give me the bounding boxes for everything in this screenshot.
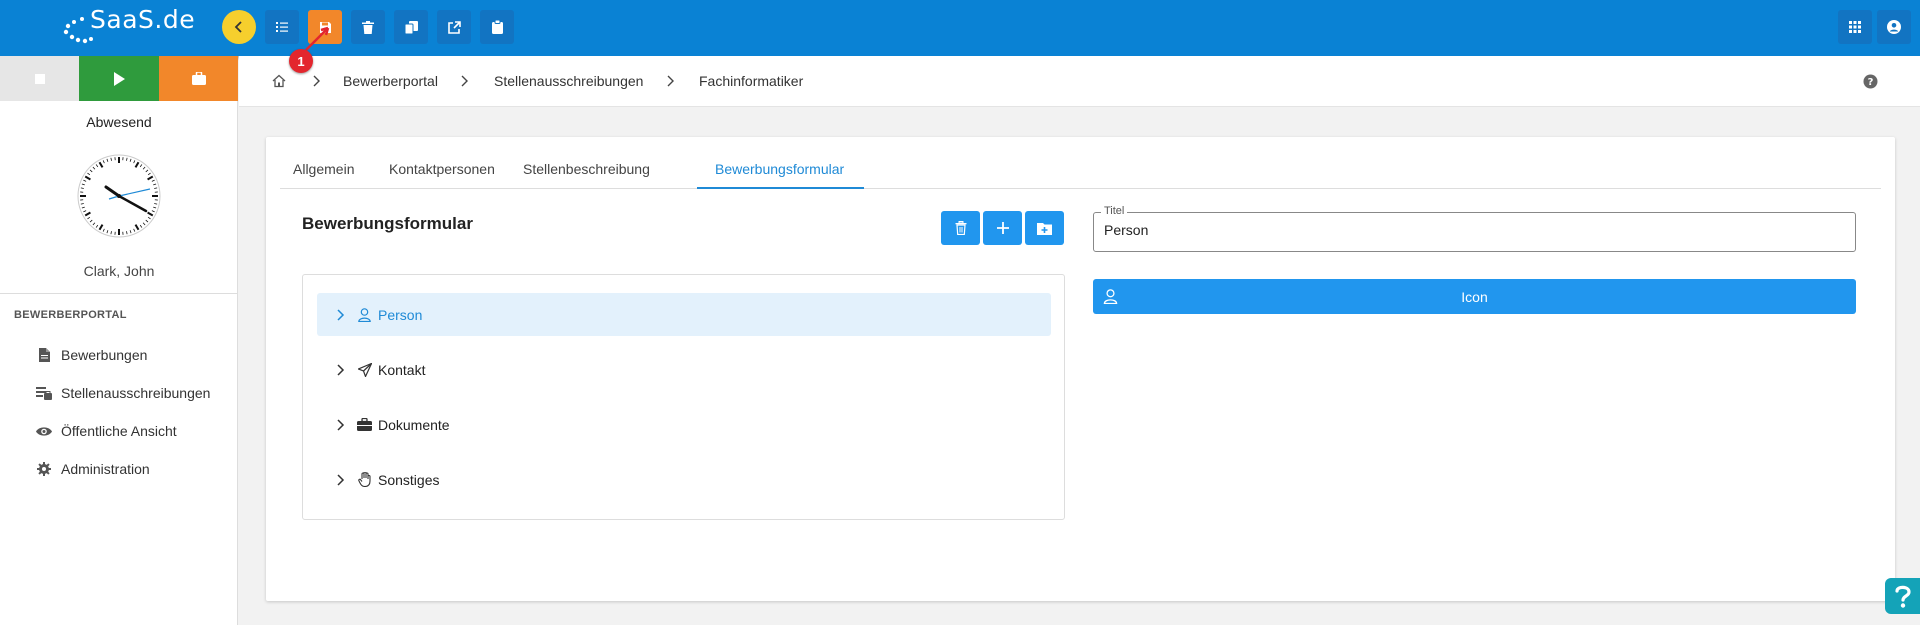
breadcrumb-item[interactable]: Bewerberportal	[343, 73, 438, 89]
briefcase-icon	[357, 417, 372, 432]
copy-button[interactable]	[394, 10, 428, 44]
sidebar-item-stellenausschreibungen[interactable]: Stellenausschreibungen	[36, 382, 210, 404]
attendance-status: Abwesend	[86, 114, 152, 130]
annotation-arrow	[305, 26, 330, 51]
tab-bar: Allgemein Kontaktpersonen Stellenbeschre…	[280, 151, 1881, 189]
tab-kontaktpersonen[interactable]: Kontaktpersonen	[389, 161, 495, 177]
clock-icon	[77, 154, 161, 238]
sidebar-item-label: Öffentliche Ansicht	[61, 423, 177, 439]
chevron-right-icon	[461, 75, 468, 87]
chevron-left-icon	[234, 21, 242, 33]
list-icon	[276, 22, 288, 32]
active-tab-indicator	[697, 187, 864, 189]
plus-icon	[996, 222, 1009, 234]
eye-icon	[36, 423, 52, 439]
help-question-icon	[1894, 585, 1911, 608]
folder-plus-icon	[1037, 222, 1052, 235]
breadcrumb-item-current: Fachinformatiker	[699, 73, 804, 89]
trash-icon	[362, 20, 374, 34]
user-name: Clark, John	[83, 263, 155, 279]
gear-icon	[36, 461, 52, 477]
trash-icon	[955, 221, 966, 235]
sidebar: Abwesend Clark, John BEWERBERPORTAL Bewe…	[0, 56, 238, 625]
export-button[interactable]	[437, 10, 471, 44]
briefcase-icon	[191, 72, 206, 85]
breadcrumb-item[interactable]: Stellenausschreibungen	[494, 73, 643, 89]
tree-item-label: Sonstiges	[378, 471, 440, 488]
icon-button-label: Icon	[1461, 288, 1488, 305]
break-button[interactable]	[159, 56, 238, 101]
user-circle-icon	[1887, 20, 1901, 34]
stop-button[interactable]	[0, 56, 79, 101]
sidebar-item-label: Stellenausschreibungen	[61, 385, 211, 401]
external-link-icon	[447, 20, 461, 34]
tree-item-label: Dokumente	[378, 416, 450, 433]
title-field-label: Titel	[1101, 205, 1128, 217]
stop-icon	[34, 73, 45, 84]
hand-icon	[357, 472, 372, 487]
chevron-right-icon[interactable]	[333, 363, 347, 377]
help-icon[interactable]: ?	[1863, 74, 1878, 89]
annotation-badge: 1	[289, 49, 313, 73]
floating-help-button[interactable]	[1885, 578, 1920, 614]
document-icon	[36, 347, 52, 363]
apps-button[interactable]	[1838, 10, 1872, 44]
tree-item-label: Kontakt	[378, 361, 426, 378]
sidebar-divider	[0, 293, 238, 294]
tree-item-sonstiges[interactable]: Sonstiges	[317, 458, 1051, 501]
clipboard-button[interactable]	[480, 10, 514, 44]
sidebar-item-oeffentliche-ansicht[interactable]: Öffentliche Ansicht	[36, 420, 177, 442]
form-tree: Person Kontakt Dokumente Sonstiges	[302, 274, 1065, 520]
main-card: Allgemein Kontaktpersonen Stellenbeschre…	[266, 137, 1895, 601]
chevron-right-icon[interactable]	[333, 473, 347, 487]
user-icon	[357, 307, 372, 322]
job-postings-icon	[36, 385, 52, 401]
tree-item-dokumente[interactable]: Dokumente	[317, 403, 1051, 446]
sidebar-item-label: Administration	[61, 461, 150, 477]
paper-plane-icon	[357, 362, 372, 377]
time-tracking-bar	[0, 56, 238, 101]
sidebar-item-bewerbungen[interactable]: Bewerbungen	[36, 344, 147, 366]
sidebar-item-administration[interactable]: Administration	[36, 458, 150, 480]
chevron-right-icon[interactable]	[333, 308, 347, 322]
collapse-sidebar-button[interactable]	[222, 10, 256, 44]
profile-button[interactable]	[1877, 10, 1911, 44]
tree-item-label: Person	[378, 306, 423, 323]
tree-item-kontakt[interactable]: Kontakt	[317, 348, 1051, 391]
copy-icon	[404, 20, 418, 34]
svg-text:?: ?	[1868, 77, 1874, 88]
chevron-right-icon	[313, 75, 320, 87]
chevron-right-icon[interactable]	[333, 418, 347, 432]
logo-text: SaaS.de	[90, 5, 196, 34]
play-icon	[114, 71, 125, 86]
breadcrumb: Bewerberportal Stellenausschreibungen Fa…	[239, 56, 1920, 107]
top-bar: SaaS.de	[0, 0, 1920, 56]
chevron-right-icon	[667, 75, 674, 87]
clipboard-icon	[491, 20, 503, 34]
title-field: Titel	[1093, 205, 1856, 252]
add-node-button[interactable]	[983, 211, 1022, 245]
start-button[interactable]	[79, 56, 159, 101]
icon-picker-button[interactable]: Icon	[1093, 279, 1856, 314]
grid-icon	[1849, 21, 1861, 33]
section-title: Bewerbungsformular	[302, 214, 473, 233]
list-button[interactable]	[265, 10, 299, 44]
tree-item-person[interactable]: Person	[317, 293, 1051, 336]
add-folder-button[interactable]	[1025, 211, 1064, 245]
home-icon[interactable]	[272, 74, 286, 88]
title-input[interactable]	[1104, 222, 1844, 238]
delete-button[interactable]	[351, 10, 385, 44]
user-icon	[1103, 289, 1118, 304]
sidebar-section-title: BEWERBERPORTAL	[14, 309, 127, 321]
tab-allgemein[interactable]: Allgemein	[293, 161, 354, 177]
tab-stellenbeschreibung[interactable]: Stellenbeschreibung	[523, 161, 650, 177]
sidebar-item-label: Bewerbungen	[61, 347, 148, 363]
delete-node-button[interactable]	[941, 211, 980, 245]
tab-bewerbungsformular[interactable]: Bewerbungsformular	[715, 161, 844, 177]
